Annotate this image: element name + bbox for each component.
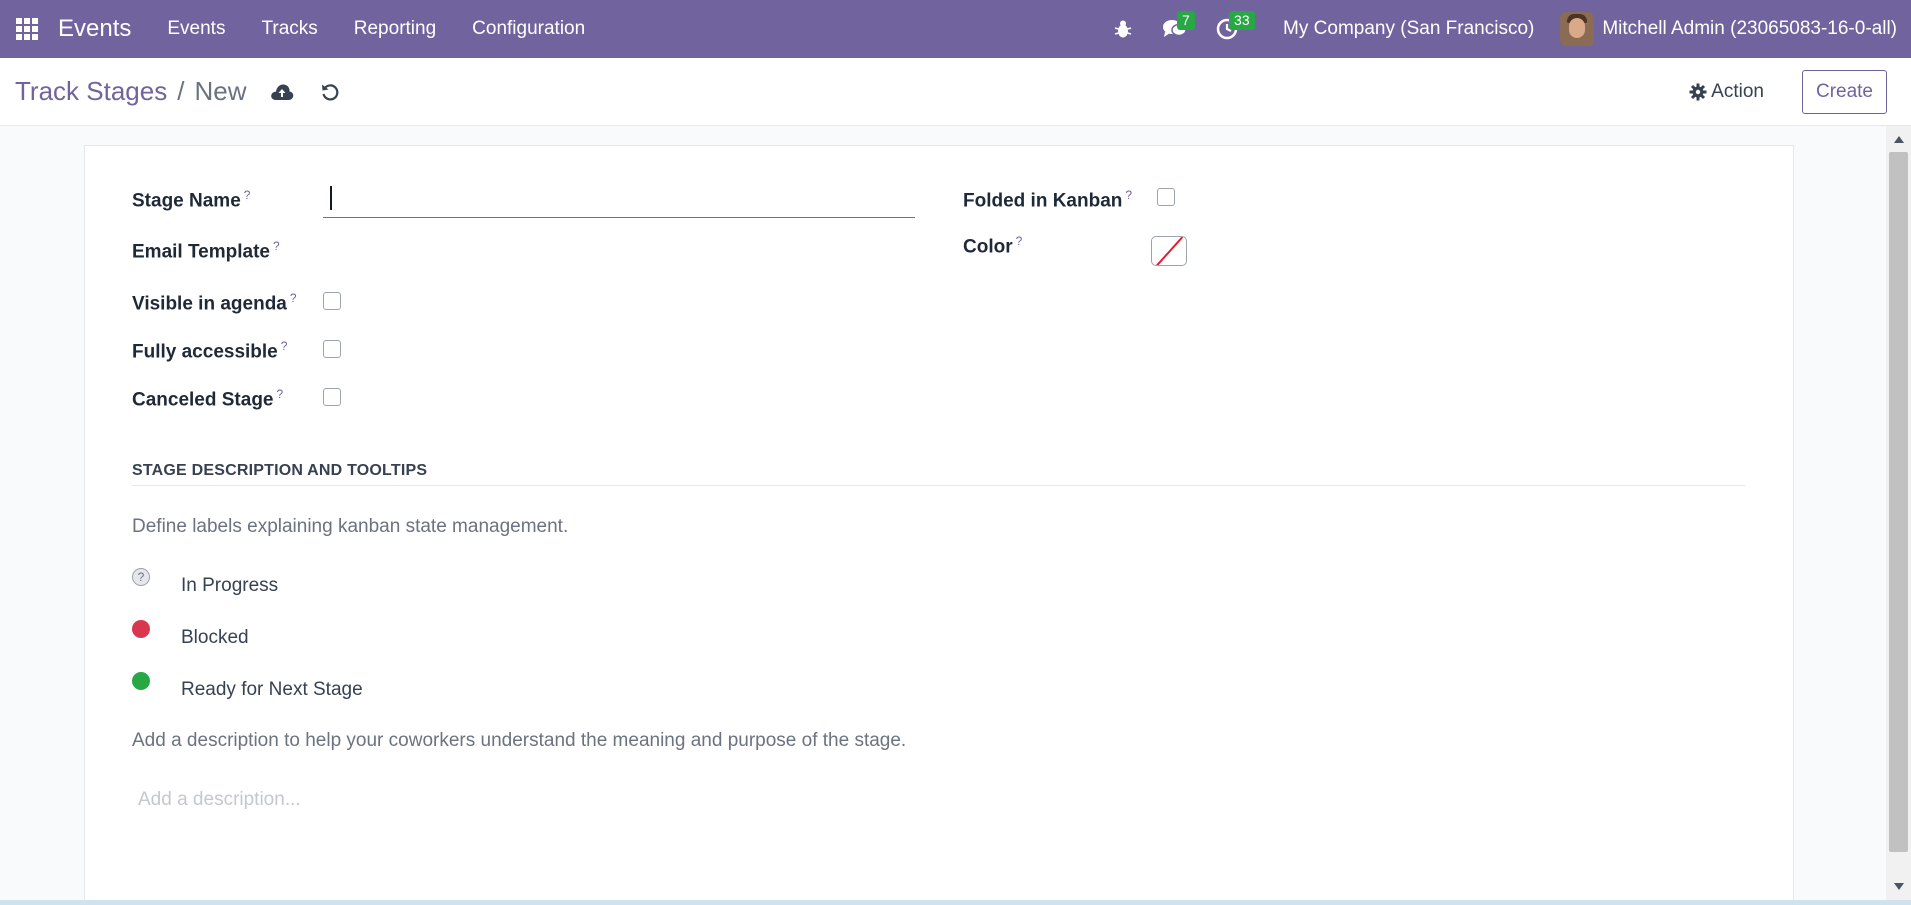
messages-count-badge: 7: [1177, 11, 1195, 30]
in-progress-label[interactable]: In Progress: [181, 575, 278, 597]
color-label: Color?: [963, 234, 1023, 258]
section-divider: [132, 485, 1745, 486]
visible-in-agenda-label: Visible in agenda?: [132, 291, 297, 315]
color-picker[interactable]: [1151, 236, 1187, 266]
app-brand[interactable]: Events: [58, 15, 131, 43]
canceled-stage-label: Canceled Stage?: [132, 387, 284, 411]
user-menu[interactable]: Mitchell Admin (23065083-16-0-all): [1560, 12, 1897, 46]
bug-icon[interactable]: [1109, 15, 1137, 43]
blocked-status-dot: [132, 620, 150, 638]
breadcrumb-separator: /: [177, 76, 185, 106]
blocked-label[interactable]: Blocked: [181, 627, 249, 649]
action-label: Action: [1711, 80, 1764, 102]
help-tooltip-icon[interactable]: ?: [1016, 234, 1023, 248]
apps-grid-icon[interactable]: [16, 18, 38, 40]
breadcrumb-current: New: [194, 76, 247, 106]
menu-tracks[interactable]: Tracks: [243, 18, 335, 40]
gear-icon: [1689, 83, 1707, 100]
vertical-scrollbar[interactable]: [1886, 126, 1911, 900]
text-caret: [330, 186, 332, 210]
fully-accessible-label: Fully accessible?: [132, 339, 288, 363]
visible-in-agenda-checkbox[interactable]: [323, 292, 341, 310]
breadcrumb-track-stages[interactable]: Track Stages: [15, 76, 167, 107]
action-button[interactable]: Action: [1689, 81, 1764, 103]
section-title: STAGE DESCRIPTION AND TOOLTIPS: [132, 462, 428, 479]
folded-in-kanban-checkbox[interactable]: [1157, 188, 1175, 206]
scroll-down-arrow-icon[interactable]: [1894, 883, 1904, 890]
systray: 7 33 My Company (San Francisco) Mitchell…: [1097, 0, 1911, 58]
menu-configuration[interactable]: Configuration: [454, 18, 603, 40]
discard-undo-icon[interactable]: [318, 80, 342, 104]
main-menu: Events Tracks Reporting Configuration: [149, 18, 603, 40]
create-button[interactable]: Create: [1801, 69, 1887, 114]
help-tooltip-icon[interactable]: ?: [1125, 188, 1132, 202]
description-hint: Add a description to help your coworkers…: [132, 730, 907, 751]
fully-accessible-checkbox[interactable]: [323, 340, 341, 358]
help-tooltip-icon[interactable]: ?: [277, 387, 284, 401]
activities-clock-icon[interactable]: 33: [1213, 11, 1255, 43]
form-sheet: Stage Name? Email Template? Visible in a…: [84, 145, 1794, 905]
section-hint: Define labels explaining kanban state ma…: [132, 516, 569, 537]
bottom-edge: [0, 900, 1911, 905]
avatar: [1560, 12, 1595, 46]
breadcrumb: Track Stages / New: [15, 76, 246, 107]
company-switcher[interactable]: My Company (San Francisco): [1283, 18, 1534, 40]
folded-in-kanban-label: Folded in Kanban?: [963, 188, 1133, 212]
scroll-up-arrow-icon[interactable]: [1894, 136, 1904, 143]
ready-for-next-stage-label[interactable]: Ready for Next Stage: [181, 679, 363, 701]
menu-events[interactable]: Events: [149, 18, 243, 40]
messages-icon[interactable]: 7: [1161, 11, 1195, 43]
ready-status-dot: [132, 672, 150, 690]
menu-reporting[interactable]: Reporting: [336, 18, 454, 40]
stage-name-label: Stage Name?: [132, 188, 251, 212]
save-cloud-icon[interactable]: [270, 80, 294, 104]
description-editor[interactable]: Add a description...: [138, 789, 301, 811]
activities-count-badge: 33: [1229, 11, 1255, 30]
help-tooltip-icon[interactable]: ?: [290, 291, 297, 305]
stage-name-input[interactable]: [323, 180, 915, 218]
email-template-label: Email Template?: [132, 239, 280, 263]
scroll-thumb[interactable]: [1889, 152, 1908, 852]
user-name: Mitchell Admin (23065083-16-0-all): [1602, 18, 1897, 39]
help-tooltip-icon[interactable]: ?: [244, 188, 251, 202]
in-progress-status-icon: ?: [132, 568, 150, 586]
canceled-stage-checkbox[interactable]: [323, 388, 341, 406]
email-template-field[interactable]: [323, 230, 915, 266]
help-tooltip-icon[interactable]: ?: [273, 239, 280, 253]
help-tooltip-icon[interactable]: ?: [281, 339, 288, 353]
top-navbar: Events Events Tracks Reporting Configura…: [0, 0, 1911, 58]
control-panel: Track Stages / New Action Create: [0, 58, 1911, 126]
